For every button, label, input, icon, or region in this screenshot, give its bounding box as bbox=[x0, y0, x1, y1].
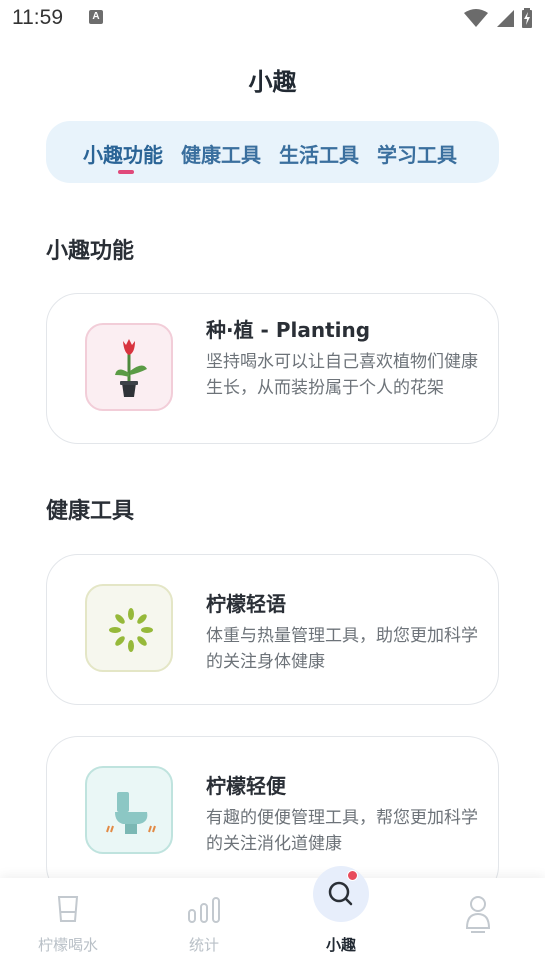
status-icons bbox=[457, 8, 533, 28]
status-bar: 11:59 A bbox=[0, 0, 545, 36]
category-tabs: 小趣功能 健康工具 生活工具 学习工具 bbox=[46, 121, 499, 183]
active-tab-indicator bbox=[118, 170, 134, 174]
wifi-icon bbox=[464, 9, 488, 27]
lemon-toilet-card[interactable]: 柠檬轻便 有趣的便便管理工具，帮您更加科学的关注消化道健康 bbox=[46, 736, 499, 898]
card-title: 柠檬轻便 bbox=[206, 774, 286, 798]
nav-label: 统计 bbox=[188, 936, 219, 954]
search-icon bbox=[328, 881, 353, 906]
nav-item-water[interactable]: 柠檬喝水 bbox=[13, 878, 123, 970]
page-title: 小趣 bbox=[248, 68, 297, 96]
potted-tulip-icon bbox=[115, 339, 147, 397]
nav-item-statistics[interactable]: 统计 bbox=[149, 878, 259, 970]
nav-label: 柠檬喝水 bbox=[37, 936, 98, 954]
bar-chart-icon bbox=[188, 897, 220, 923]
planting-icon-box bbox=[85, 323, 173, 411]
planting-card[interactable]: 种·植 - Planting 坚持喝水可以让自己喜欢植物们健康生长，从而装扮属于… bbox=[46, 293, 499, 444]
app-screen: 11:59 A 小趣 小趣功能 健康工具 生活工具 学习工具 小趣功能 种·植 … bbox=[0, 0, 545, 970]
cellular-signal-icon bbox=[497, 10, 514, 27]
tab-study-tools[interactable]: 学习工具 bbox=[377, 139, 457, 168]
lemon-slice-icon bbox=[109, 608, 153, 652]
notification-badge bbox=[347, 870, 358, 881]
lemon-whisper-icon-box bbox=[85, 584, 173, 672]
profile-icon bbox=[465, 896, 491, 933]
tab-health-tools[interactable]: 健康工具 bbox=[181, 139, 261, 168]
tab-life-tools[interactable]: 生活工具 bbox=[279, 139, 359, 168]
lemon-toilet-icon-box bbox=[85, 766, 173, 854]
card-description: 坚持喝水可以让自己喜欢植物们健康生长，从而装扮属于个人的花架 bbox=[206, 352, 478, 398]
app-notification-icon: A bbox=[89, 10, 103, 24]
lemon-whisper-card[interactable]: 柠檬轻语 体重与热量管理工具，助您更加科学的关注身体健康 bbox=[46, 554, 499, 705]
battery-charging-icon bbox=[522, 8, 532, 28]
nav-label: 小趣 bbox=[325, 936, 356, 954]
card-description: 有趣的便便管理工具，帮您更加科学的关注消化道健康 bbox=[206, 808, 478, 854]
bottom-navigation: 柠檬喝水 统计 小趣 bbox=[0, 878, 545, 970]
water-cup-icon bbox=[57, 896, 79, 922]
section-title-fun-features: 小趣功能 bbox=[46, 239, 135, 264]
card-description: 体重与热量管理工具，助您更加科学的关注身体健康 bbox=[206, 626, 478, 672]
section-title-health-tools: 健康工具 bbox=[46, 499, 135, 524]
status-time: 11:59 bbox=[12, 6, 63, 29]
card-title: 柠檬轻语 bbox=[206, 592, 286, 616]
nav-item-profile[interactable] bbox=[422, 878, 532, 970]
toilet-icon bbox=[106, 792, 156, 834]
search-button[interactable] bbox=[313, 866, 369, 922]
card-title: 种·植 - Planting bbox=[206, 318, 371, 342]
tab-fun-features[interactable]: 小趣功能 bbox=[83, 139, 163, 168]
